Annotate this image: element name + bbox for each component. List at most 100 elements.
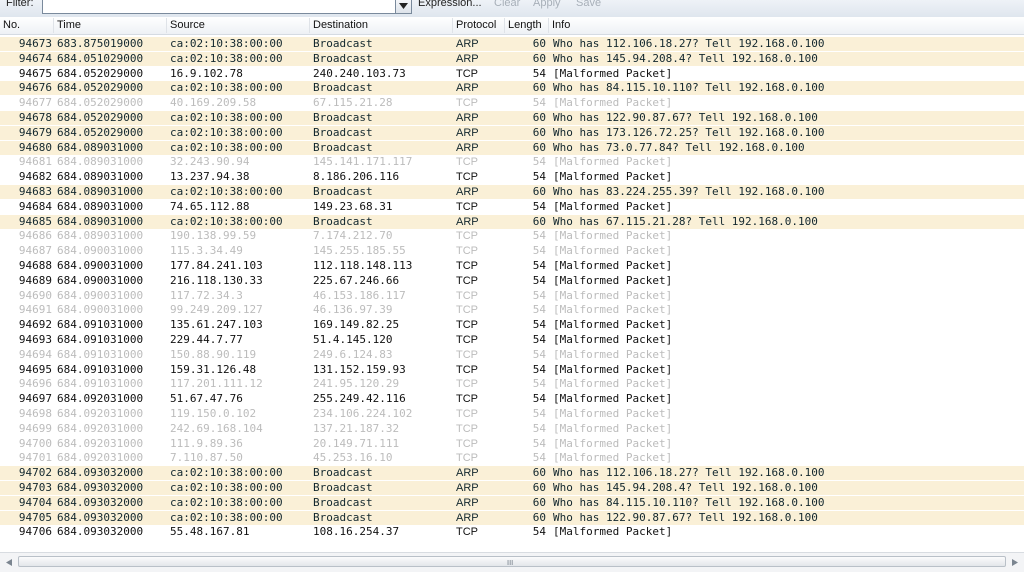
apply-button[interactable]: Apply	[533, 0, 561, 9]
packet-row[interactable]: 94681 684.089031000 32.243.90.94 145.141.17…	[0, 155, 1024, 170]
packet-protocol: TCP	[456, 245, 478, 258]
packet-protocol: TCP	[456, 230, 478, 243]
column-header-protocol[interactable]: Protocol	[456, 19, 496, 31]
packet-row[interactable]: 94686 684.089031000 190.138.99.59 7.174.212…	[0, 229, 1024, 244]
column-header-source[interactable]: Source	[170, 19, 205, 31]
packet-row[interactable]: 94688 684.090031000 177.84.241.103 112.118.…	[0, 259, 1024, 273]
packet-row[interactable]: 94687 684.090031000 115.3.34.49 145.255.185…	[0, 244, 1024, 259]
packet-row[interactable]: 94705 684.093032000 ca:02:10:38:00:00 Broad…	[0, 510, 1024, 525]
column-header-info[interactable]: Info	[552, 19, 570, 31]
packet-length: 60	[532, 481, 546, 494]
packet-row[interactable]: 94693 684.091031000 229.44.7.77 51.4.145.12…	[0, 333, 1024, 347]
filter-dropdown-button[interactable]	[395, 0, 412, 14]
packet-length: 54	[532, 66, 546, 80]
packet-protocol: TCP	[456, 200, 478, 213]
packet-row[interactable]: 94692 684.091031000 135.61.247.103 169.149.…	[0, 318, 1024, 333]
packet-row[interactable]: 94689 684.090031000 216.118.130.33 225.67.2…	[0, 273, 1024, 288]
packet-row[interactable]: 94682 684.089031000 13.237.94.38 8.186.206.…	[0, 170, 1024, 185]
packet-time: 684.052029000	[57, 81, 144, 95]
expression-button[interactable]: Expression...	[418, 0, 482, 9]
column-header-time[interactable]: Time	[57, 19, 81, 31]
packet-row[interactable]: 94704 684.093032000 ca:02:10:38:00:00 Broad…	[0, 495, 1024, 510]
packet-time: 684.093032000	[57, 525, 144, 539]
packet-row[interactable]: 94678 684.052029000 ca:02:10:38:00:00 Broad…	[0, 111, 1024, 125]
packet-row[interactable]: 94701 684.092031000 7.110.87.50 45.253.16.1…	[0, 451, 1024, 466]
packet-row[interactable]: 94700 684.092031000 111.9.89.36 20.149.71.1…	[0, 436, 1024, 451]
packet-row[interactable]: 94706 684.093032000 55.48.167.81 108.16.254…	[0, 525, 1024, 540]
packet-time: 684.093032000	[57, 510, 144, 524]
packet-number: 94693	[18, 333, 52, 346]
packet-row[interactable]: 94695 684.091031000 159.31.126.48 131.152.1…	[0, 362, 1024, 377]
packet-info: Who has 84.115.10.110? Tell 192.168.0.10…	[553, 81, 825, 95]
packet-row[interactable]: 94698 684.092031000 119.150.0.102 234.106.2…	[0, 407, 1024, 421]
packet-info: Who has 83.224.255.39? Tell 192.168.0.10…	[553, 185, 825, 198]
packet-row[interactable]: 94703 684.093032000 ca:02:10:38:00:00 Broad…	[0, 481, 1024, 495]
column-divider[interactable]	[309, 18, 310, 33]
packet-info: [Malformed Packet]	[553, 155, 673, 169]
packet-length: 54	[532, 451, 546, 465]
column-divider[interactable]	[548, 18, 549, 33]
packet-info: [Malformed Packet]	[553, 436, 673, 450]
packet-length: 54	[532, 347, 546, 361]
column-header-destination[interactable]: Destination	[313, 19, 368, 31]
packet-info: Who has 112.106.18.27? Tell 192.168.0.10…	[553, 37, 825, 50]
horizontal-scrollbar[interactable]: III	[0, 552, 1024, 572]
packet-row[interactable]: 94696 684.091031000 117.201.111.12 241.95.1…	[0, 377, 1024, 392]
packet-number: 94698	[18, 407, 52, 420]
packet-row[interactable]: 94674 684.051029000 ca:02:10:38:00:00 Broad…	[0, 51, 1024, 66]
column-divider[interactable]	[53, 18, 54, 33]
clear-button[interactable]: Clear	[494, 0, 520, 9]
packet-list[interactable]: 94673 683.875019000 ca:02:10:38:00:00 Broad…	[0, 34, 1024, 552]
packet-number: 94706	[18, 525, 52, 539]
column-divider[interactable]	[504, 18, 505, 33]
packet-time: 684.091031000	[57, 377, 144, 391]
packet-row[interactable]: 94684 684.089031000 74.65.112.88 149.23.68.…	[0, 199, 1024, 214]
scroll-left-arrow[interactable]	[2, 555, 16, 569]
packet-source: ca:02:10:38:00:00	[170, 495, 283, 509]
packet-length: 60	[532, 37, 546, 50]
packet-row[interactable]: 94697 684.092031000 51.67.47.76 255.249.42.…	[0, 392, 1024, 407]
packet-time: 684.090031000	[57, 288, 144, 302]
packet-destination: Broadcast	[313, 466, 373, 480]
packet-info: [Malformed Packet]	[553, 318, 673, 332]
save-button[interactable]: Save	[576, 0, 601, 9]
packet-protocol: TCP	[456, 289, 478, 302]
packet-row[interactable]: 94679 684.052029000 ca:02:10:38:00:00 Broad…	[0, 125, 1024, 140]
packet-time: 684.092031000	[57, 392, 144, 406]
filter-input[interactable]	[42, 0, 396, 14]
packet-protocol: ARP	[456, 112, 479, 124]
packet-row[interactable]: 94691 684.090031000 99.249.209.127 46.136.9…	[0, 303, 1024, 318]
scroll-right-arrow[interactable]	[1008, 555, 1022, 569]
column-header-no[interactable]: No.	[3, 19, 20, 31]
packet-protocol: TCP	[456, 334, 478, 346]
packet-protocol: TCP	[456, 260, 478, 272]
packet-source: ca:02:10:38:00:00	[170, 481, 283, 494]
packet-length: 60	[532, 185, 546, 198]
packet-destination: 112.118.148.113	[313, 259, 413, 272]
packet-protocol: TCP	[456, 304, 478, 317]
packet-number: 94702	[18, 466, 52, 480]
packet-row[interactable]: 94676 684.052029000 ca:02:10:38:00:00 Broad…	[0, 81, 1024, 96]
packet-source: 119.150.0.102	[170, 407, 257, 420]
packet-row[interactable]: 94683 684.089031000 ca:02:10:38:00:00 Broad…	[0, 185, 1024, 199]
packet-destination: 20.149.71.111	[313, 436, 400, 450]
column-divider[interactable]	[452, 18, 453, 33]
packet-row[interactable]: 94699 684.092031000 242.69.168.104 137.21.1…	[0, 421, 1024, 436]
packet-row[interactable]: 94702 684.093032000 ca:02:10:38:00:00 Broad…	[0, 466, 1024, 481]
packet-row[interactable]: 94675 684.052029000 16.9.102.78 240.240.103…	[0, 66, 1024, 81]
packet-info: [Malformed Packet]	[553, 273, 673, 287]
packet-row[interactable]: 94685 684.089031000 ca:02:10:38:00:00 Broad…	[0, 214, 1024, 229]
packet-destination: Broadcast	[313, 125, 373, 139]
packet-row[interactable]: 94694 684.091031000 150.88.90.119 249.6.124…	[0, 347, 1024, 362]
packet-length: 54	[532, 170, 546, 184]
packet-number: 94704	[18, 495, 52, 509]
packet-row[interactable]: 94680 684.089031000 ca:02:10:38:00:00 Broad…	[0, 140, 1024, 155]
packet-row[interactable]: 94690 684.090031000 117.72.34.3 46.153.186.…	[0, 288, 1024, 303]
column-header-length[interactable]: Length	[508, 19, 542, 31]
packet-row[interactable]: 94673 683.875019000 ca:02:10:38:00:00 Broad…	[0, 37, 1024, 51]
scrollbar-thumb[interactable]: III	[18, 556, 1006, 567]
column-divider[interactable]	[166, 18, 167, 33]
packet-row[interactable]: 94677 684.052029000 40.169.209.58 67.115.21…	[0, 96, 1024, 111]
packet-time: 684.089031000	[57, 170, 144, 184]
packet-destination: 149.23.68.31	[313, 199, 393, 213]
